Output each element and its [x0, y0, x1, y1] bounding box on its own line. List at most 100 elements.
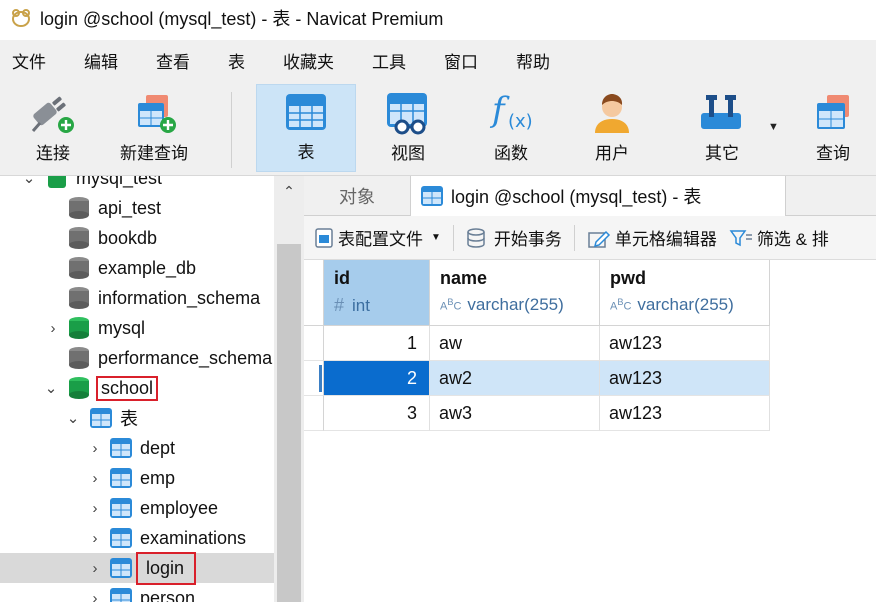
column-header-pwd[interactable]: pwd ABC varchar(255)	[600, 260, 770, 326]
connect-label: 连接	[36, 144, 70, 163]
cell-pwd[interactable]: aw123	[600, 396, 770, 431]
tab-login-label: login @school (mysql_test) - 表	[451, 187, 702, 207]
menu-favorites[interactable]: 收藏夹	[283, 48, 334, 73]
tree-table-dept[interactable]: › dept	[0, 433, 274, 463]
query-button[interactable]: 查询	[800, 84, 866, 172]
new-query-button[interactable]: 新建查询	[112, 84, 196, 172]
cell-name[interactable]: aw2	[430, 361, 600, 396]
begin-transaction-label: 开始事务	[493, 230, 562, 249]
new-query-icon	[138, 95, 176, 133]
cell-id[interactable]: 1	[324, 326, 430, 361]
column-type: varchar(255)	[467, 295, 564, 314]
tree-table-employee[interactable]: › employee	[0, 493, 274, 523]
menu-edit[interactable]: 编辑	[84, 48, 118, 73]
pencil-edit-icon	[588, 230, 610, 248]
menu-file[interactable]: 文件	[12, 48, 46, 73]
connection-label: mysql_test	[76, 176, 163, 188]
menu-view[interactable]: 查看	[156, 48, 190, 73]
column-header-name[interactable]: name ABC varchar(255)	[430, 260, 600, 326]
database-label: example_db	[98, 257, 197, 278]
cell-name[interactable]: aw	[430, 326, 600, 361]
column-name: name	[440, 268, 488, 288]
chevron-right-icon[interactable]: ›	[88, 530, 102, 547]
tables-group-label: 表	[120, 409, 138, 429]
database-label-highlighted: school	[96, 375, 159, 401]
begin-transaction-button[interactable]: 开始事务	[466, 225, 562, 250]
cell-editor-label: 单元格编辑器	[614, 230, 717, 249]
chevron-right-icon[interactable]: ›	[88, 500, 102, 517]
chevron-down-icon[interactable]: ⌄	[66, 409, 80, 427]
object-toolbar: 表配置文件 ▼ 开始事务 单元格编辑器 筛选 & 排	[304, 216, 876, 260]
chevron-right-icon[interactable]: ›	[88, 440, 102, 457]
row-indicator[interactable]	[304, 361, 324, 396]
filter-sort-button[interactable]: 筛选 & 排	[729, 225, 829, 250]
column-header-id[interactable]: id # int	[324, 260, 430, 326]
table-button[interactable]: 表	[256, 84, 356, 172]
tree-db-api-test[interactable]: api_test	[0, 193, 274, 223]
cell-name[interactable]: aw3	[430, 396, 600, 431]
view-button[interactable]: 视图	[376, 84, 440, 172]
title-bar: login @school (mysql_test) - 表 - Navicat…	[0, 0, 876, 36]
chevron-down-icon[interactable]: ⌄	[44, 379, 58, 397]
tab-bar: 对象 login @school (mysql_test) - 表	[304, 176, 876, 216]
row-indicator[interactable]	[304, 396, 324, 431]
row-indicator[interactable]	[304, 326, 324, 361]
dropdown-arrow-icon[interactable]: ▼	[431, 232, 441, 243]
connect-button[interactable]: 连接	[18, 84, 88, 172]
navicat-logo-icon	[12, 9, 30, 27]
table-icon	[110, 528, 132, 548]
tree-db-mysql[interactable]: › mysql	[0, 313, 274, 343]
tree-table-login[interactable]: › login	[0, 551, 274, 585]
chevron-right-icon[interactable]: ›	[88, 470, 102, 487]
menu-window[interactable]: 窗口	[444, 48, 478, 73]
data-grid: id # int name ABC varchar(255) pwd ABC v…	[304, 260, 876, 602]
chevron-right-icon[interactable]: ›	[46, 320, 60, 337]
tab-objects[interactable]: 对象	[304, 176, 410, 216]
chevron-right-icon[interactable]: ›	[88, 590, 102, 602]
tree-db-performance-schema[interactable]: performance_schema	[0, 343, 274, 373]
table-label: 表	[297, 143, 315, 162]
cell-id-selected[interactable]: 2	[324, 361, 430, 396]
toolbar-separator	[573, 224, 575, 251]
other-dropdown-arrow-icon[interactable]: ▼	[768, 121, 779, 133]
database-label: api_test	[98, 197, 162, 218]
tree-table-examinations[interactable]: › examinations	[0, 523, 274, 553]
chevron-right-icon[interactable]: ›	[88, 560, 102, 577]
user-button[interactable]: 用户	[580, 84, 644, 172]
tree-connection-mysql-test[interactable]: ⌄ mysql_test	[0, 176, 274, 193]
table-label-highlighted: login	[136, 551, 197, 585]
tree-db-bookdb[interactable]: bookdb	[0, 223, 274, 253]
function-button[interactable]: f (x) 函数	[476, 84, 546, 172]
tree-table-emp[interactable]: › emp	[0, 463, 274, 493]
table-label: dept	[140, 437, 176, 458]
table-profile-button[interactable]: 表配置文件 ▼	[314, 225, 441, 250]
cell-pwd[interactable]: aw123	[600, 361, 770, 396]
menu-help[interactable]: 帮助	[516, 48, 550, 73]
menu-tools[interactable]: 工具	[372, 48, 406, 73]
filter-sort-label: 筛选 & 排	[756, 230, 829, 249]
main-toolbar: 连接 新建查询 表 视图 f (x) 函数 用户 其它 ▼ 查询	[0, 80, 876, 176]
navigation-scrollbar[interactable]: ⌃	[274, 176, 304, 602]
column-name: pwd	[610, 268, 646, 288]
cell-editor-button[interactable]: 单元格编辑器	[587, 225, 717, 250]
menu-bar: 文件 编辑 查看 表 收藏夹 工具 窗口 帮助	[0, 40, 876, 80]
table-label: person	[140, 587, 196, 602]
other-label: 其它	[705, 144, 739, 163]
tools-icon	[701, 95, 741, 129]
tree-table-person[interactable]: › person	[0, 583, 274, 602]
tree-db-example-db[interactable]: example_db	[0, 253, 274, 283]
chevron-down-icon[interactable]: ⌄	[22, 176, 36, 187]
database-icon	[69, 227, 89, 249]
menu-table[interactable]: 表	[228, 48, 245, 73]
tab-login-table[interactable]: login @school (mysql_test) - 表	[410, 176, 786, 216]
view-icon	[387, 93, 427, 135]
tree-db-information-schema[interactable]: information_schema	[0, 283, 274, 313]
user-icon	[595, 94, 629, 133]
tree-tables-group[interactable]: ⌄ 表	[0, 403, 274, 433]
cell-id[interactable]: 3	[324, 396, 430, 431]
tree-db-school[interactable]: ⌄ school	[0, 373, 274, 403]
other-button[interactable]: 其它	[690, 84, 754, 172]
scrollbar-thumb[interactable]	[277, 244, 301, 602]
scroll-up-icon[interactable]: ⌃	[274, 176, 304, 206]
cell-pwd[interactable]: aw123	[600, 326, 770, 361]
